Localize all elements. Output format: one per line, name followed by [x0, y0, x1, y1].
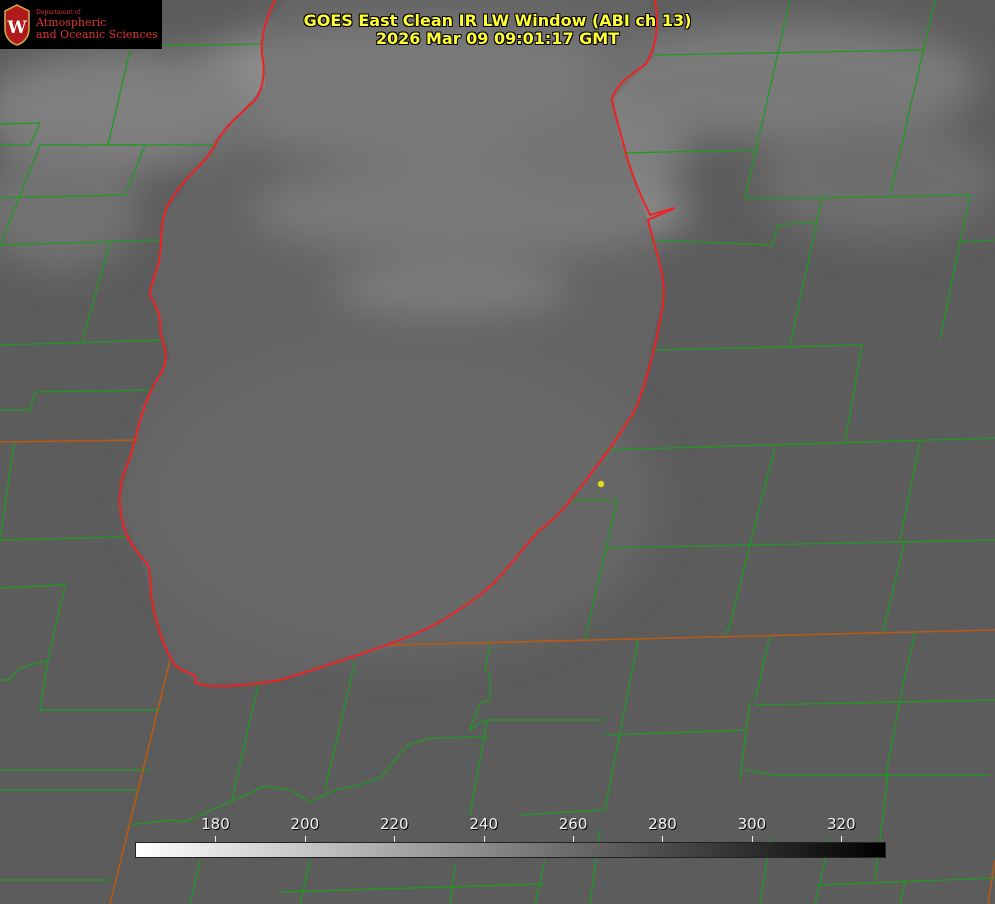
- colorbar-tick-label: 280: [648, 815, 677, 833]
- colorbar-tick-label: 300: [737, 815, 767, 833]
- ir-satellite-map: [0, 0, 995, 904]
- location-marker-icon: [597, 480, 605, 488]
- colorbar-tick-mark: [215, 836, 217, 842]
- colorbar-tick-label: 220: [379, 815, 409, 833]
- colorbar-tick-label: 260: [558, 815, 588, 833]
- colorbar-tick-label: 240: [469, 815, 498, 833]
- colorbar-tick-mark: [483, 836, 485, 842]
- image-title: GOES East Clean IR LW Window (ABI ch 13): [303, 11, 692, 30]
- colorbar-tick-mark: [394, 836, 396, 842]
- image-timestamp: 2026 Mar 09 09:01:17 GMT: [375, 29, 620, 48]
- colorbar-tick-mark: [751, 836, 753, 842]
- colorbar: [135, 842, 886, 858]
- colorbar-tick-mark: [662, 836, 664, 842]
- colorbar-tick-mark: [573, 836, 575, 842]
- colorbar-tick-label: 320: [826, 815, 856, 833]
- colorbar-tick-mark: [304, 836, 306, 842]
- colorbar-tick-label: 180: [201, 815, 230, 833]
- satellite-image-viewer: W Department of Atmospheric and Oceanic …: [0, 0, 995, 904]
- colorbar-tick-label: 200: [290, 815, 320, 833]
- colorbar-tick-mark: [841, 836, 843, 842]
